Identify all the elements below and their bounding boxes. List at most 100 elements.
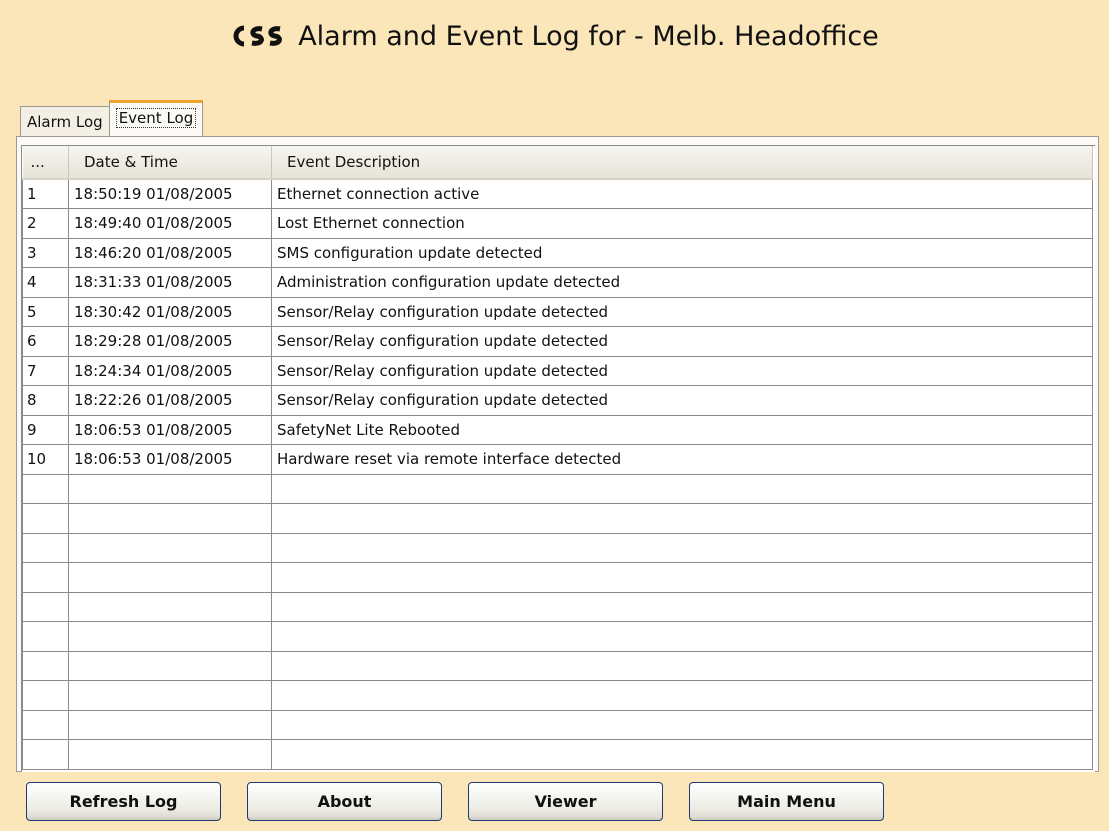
- cell-event-description: [271, 739, 1093, 770]
- cell-date-time: [68, 503, 272, 534]
- cell-event-description: Sensor/Relay configuration update detect…: [271, 385, 1093, 416]
- cell-index: 6: [22, 326, 69, 357]
- main-menu-button[interactable]: Main Menu: [689, 782, 884, 821]
- cell-event-description: Lost Ethernet connection: [271, 208, 1093, 239]
- cell-date-time: 18:31:33 01/08/2005: [68, 267, 272, 298]
- column-header-index[interactable]: ...: [22, 146, 69, 180]
- cell-date-time: [68, 680, 272, 711]
- cell-date-time: 18:50:19 01/08/2005: [68, 178, 272, 209]
- table-row[interactable]: 1 18:50:19 01/08/2005 Ethernet connection …: [22, 178, 1093, 209]
- refresh-log-button[interactable]: Refresh Log: [26, 782, 221, 821]
- cell-event-description: SMS configuration update detected: [271, 237, 1093, 268]
- event-table-body: 1 18:50:19 01/08/2005 Ethernet connection …: [22, 178, 1093, 770]
- cell-event-description: [271, 473, 1093, 504]
- tab-event-log-label: Event Log: [115, 108, 197, 128]
- tab-alarm-log-label: Alarm Log: [27, 113, 103, 131]
- cell-index: 3: [22, 237, 69, 268]
- css-logo-icon: [233, 25, 283, 47]
- cell-date-time: [68, 532, 272, 563]
- page-header: Alarm and Event Log for - Melb. Headoffi…: [0, 14, 1109, 58]
- cell-event-description: [271, 591, 1093, 622]
- cell-date-time: [68, 709, 272, 740]
- cell-index: [22, 680, 69, 711]
- table-row[interactable]: 7 18:24:34 01/08/2005 Sensor/Relay configu…: [22, 355, 1093, 386]
- cell-event-description: Ethernet connection active: [271, 178, 1093, 209]
- cell-event-description: [271, 709, 1093, 740]
- empty-table-row[interactable]: [22, 739, 1093, 770]
- page-title: Alarm and Event Log for - Melb. Headoffi…: [298, 20, 879, 52]
- cell-event-description: Sensor/Relay configuration update detect…: [271, 296, 1093, 327]
- cell-date-time: [68, 621, 272, 652]
- cell-date-time: 18:06:53 01/08/2005: [68, 414, 272, 445]
- cell-date-time: [68, 739, 272, 770]
- cell-index: [22, 739, 69, 770]
- cell-date-time: 18:49:40 01/08/2005: [68, 208, 272, 239]
- cell-date-time: 18:30:42 01/08/2005: [68, 296, 272, 327]
- cell-event-description: [271, 503, 1093, 534]
- about-button[interactable]: About: [247, 782, 442, 821]
- cell-index: 9: [22, 414, 69, 445]
- cell-index: [22, 621, 69, 652]
- log-tabs: Alarm Log Event Log: [20, 98, 204, 136]
- cell-event-description: Sensor/Relay configuration update detect…: [271, 355, 1093, 386]
- cell-event-description: [271, 621, 1093, 652]
- empty-table-row[interactable]: [22, 680, 1093, 711]
- empty-table-row[interactable]: [22, 591, 1093, 622]
- cell-index: 2: [22, 208, 69, 239]
- table-row[interactable]: 6 18:29:28 01/08/2005 Sensor/Relay configu…: [22, 326, 1093, 357]
- cell-index: [22, 562, 69, 593]
- empty-table-row[interactable]: [22, 650, 1093, 681]
- cell-date-time: 18:22:26 01/08/2005: [68, 385, 272, 416]
- table-row[interactable]: 9 18:06:53 01/08/2005 SafetyNet Lite Reboo…: [22, 414, 1093, 445]
- table-row[interactable]: 3 18:46:20 01/08/2005 SMS configuration up…: [22, 237, 1093, 268]
- empty-table-row[interactable]: [22, 503, 1093, 534]
- cell-date-time: [68, 650, 272, 681]
- cell-date-time: 18:06:53 01/08/2005: [68, 444, 272, 475]
- action-button-row: Refresh Log About Viewer Main Menu: [26, 782, 910, 821]
- column-header-event-description[interactable]: Event Description: [271, 146, 1093, 180]
- cell-event-description: [271, 650, 1093, 681]
- table-row[interactable]: 10 18:06:53 01/08/2005 Hardware reset via …: [22, 444, 1093, 475]
- cell-index: 1: [22, 178, 69, 209]
- cell-index: 7: [22, 355, 69, 386]
- cell-date-time: 18:46:20 01/08/2005: [68, 237, 272, 268]
- column-header-date-time[interactable]: Date & Time: [68, 146, 272, 180]
- viewer-button[interactable]: Viewer: [468, 782, 663, 821]
- cell-index: [22, 503, 69, 534]
- cell-event-description: Hardware reset via remote interface dete…: [271, 444, 1093, 475]
- table-row[interactable]: 4 18:31:33 01/08/2005 Administration confi…: [22, 267, 1093, 298]
- cell-event-description: SafetyNet Lite Rebooted: [271, 414, 1093, 445]
- cell-date-time: [68, 473, 272, 504]
- empty-table-row[interactable]: [22, 709, 1093, 740]
- event-table-container[interactable]: ... Date & Time Event Description 1 18:50…: [21, 145, 1095, 772]
- cell-event-description: [271, 562, 1093, 593]
- table-row[interactable]: 2 18:49:40 01/08/2005 Lost Ethernet connec…: [22, 208, 1093, 239]
- cell-index: 8: [22, 385, 69, 416]
- empty-table-row[interactable]: [22, 621, 1093, 652]
- cell-event-description: [271, 532, 1093, 563]
- empty-table-row[interactable]: [22, 562, 1093, 593]
- event-log-panel: ... Date & Time Event Description 1 18:50…: [16, 136, 1099, 772]
- cell-event-description: Sensor/Relay configuration update detect…: [271, 326, 1093, 357]
- cell-date-time: [68, 562, 272, 593]
- cell-index: [22, 709, 69, 740]
- table-header-row: ... Date & Time Event Description: [22, 146, 1093, 180]
- cell-index: 5: [22, 296, 69, 327]
- table-row[interactable]: 8 18:22:26 01/08/2005 Sensor/Relay configu…: [22, 385, 1093, 416]
- table-row[interactable]: 5 18:30:42 01/08/2005 Sensor/Relay configu…: [22, 296, 1093, 327]
- cell-index: 4: [22, 267, 69, 298]
- cell-index: [22, 650, 69, 681]
- tab-alarm-log[interactable]: Alarm Log: [20, 106, 110, 136]
- cell-date-time: [68, 591, 272, 622]
- css-logo: [230, 25, 286, 47]
- tab-event-log[interactable]: Event Log: [108, 100, 204, 136]
- empty-table-row[interactable]: [22, 532, 1093, 563]
- empty-table-row[interactable]: [22, 473, 1093, 504]
- cell-date-time: 18:24:34 01/08/2005: [68, 355, 272, 386]
- cell-index: [22, 473, 69, 504]
- cell-index: [22, 532, 69, 563]
- event-table: ... Date & Time Event Description 1 18:50…: [22, 146, 1093, 770]
- cell-date-time: 18:29:28 01/08/2005: [68, 326, 272, 357]
- cell-event-description: Administration configuration update dete…: [271, 267, 1093, 298]
- cell-index: [22, 591, 69, 622]
